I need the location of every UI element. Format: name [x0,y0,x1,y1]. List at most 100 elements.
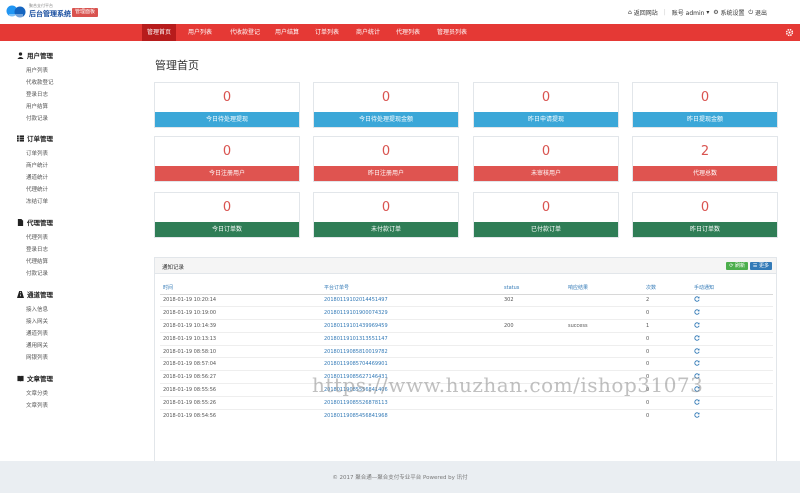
cell-order-no[interactable]: 20180119085704469901 [321,357,501,371]
sidebar-item-collection-register[interactable]: 代收款登记 [26,78,54,86]
sidebar-item-agent-list[interactable]: 代理列表 [26,233,48,241]
sidebar-item-article-list[interactable]: 文章列表 [26,401,48,409]
sidebar-item-user-settlement[interactable]: 用户结算 [26,102,48,110]
sidebar-item-payment-records[interactable]: 付款记录 [26,114,48,122]
sidebar-item-agent-login-log[interactable]: 登录日志 [26,245,48,253]
sidebar-group-article[interactable]: 文章管理 [17,373,53,383]
logout-icon: ⏻ [744,8,755,16]
refresh-icon[interactable] [694,412,700,418]
cell-order-no[interactable]: 20180119101900074329 [321,306,501,320]
table-row: 2018-01-19 10:14:39 20180119101439969459 2… [160,319,773,333]
gear-icon[interactable] [785,28,794,37]
sidebar-group-user[interactable]: 用户管理 [17,50,53,60]
cell-manual-notify [691,331,773,346]
sidebar-item-merchant-stats[interactable]: 商户统计 [26,161,48,169]
cell-order-no[interactable]: 20180119101439969459 [321,319,501,333]
sidebar-item-agent-settlement[interactable]: 代理结算 [26,257,48,265]
sidebar-item-bank-list[interactable]: 网银列表 [26,353,48,361]
cell-order-no[interactable]: 20180119101313551147 [321,331,501,346]
cell-status: 200 [501,319,565,333]
col-count: 次数 [643,282,691,295]
refresh-icon[interactable] [694,335,700,341]
stat-label[interactable]: 昨日注册用户 [314,166,458,181]
sidebar-group-channel[interactable]: 通道管理 [17,289,53,299]
refresh-icon[interactable] [694,347,700,354]
cell-order-no[interactable]: 20180119085810019782 [321,344,501,358]
nav-agent-list[interactable]: 代理列表 [391,24,425,41]
stat-label[interactable]: 昨日提现金额 [633,112,777,127]
cell-order-no[interactable]: 20180119085526878113 [321,395,501,410]
cell-time: 2018-01-19 08:58:10 [160,344,321,358]
sidebar-item-article-category[interactable]: 文章分类 [26,389,48,397]
nav-admin-list[interactable]: 管理员列表 [432,24,472,41]
sidebar-item-channel-list[interactable]: 通道列表 [26,329,48,337]
cell-order-no[interactable]: 20180119102014451497 [321,293,501,307]
sidebar-group-order[interactable]: 订单管理 [17,133,53,143]
cell-manual-notify [691,306,773,320]
cell-manual-notify [691,395,773,410]
stat-label[interactable]: 未审核用户 [474,166,618,181]
cell-response [565,293,643,307]
stat-value: 2 [700,144,710,159]
sidebar-item-access-info[interactable]: 接入信息 [26,305,48,313]
nav-user-settlement[interactable]: 用户结算 [270,24,304,41]
stat-card: 0 昨日订单数 [632,192,778,238]
refresh-icon[interactable] [694,360,700,367]
more-button[interactable]: ☰ 更多 [749,262,772,270]
sidebar-item-general-gateway[interactable]: 通用网关 [26,341,48,349]
nav-dashboard[interactable]: 管理首页 [142,24,177,41]
refresh-button[interactable]: ⟳ 刷新 [726,262,748,270]
cell-count: 0 [643,344,691,358]
brand-title: 后台管理系统 [29,10,71,18]
sidebar-item-order-list[interactable]: 订单列表 [26,149,48,157]
stat-value: 0 [381,200,391,215]
refresh-icon[interactable] [694,296,700,303]
refresh-icon[interactable] [694,399,700,405]
stat-label[interactable]: 未付款订单 [314,222,458,237]
back-site-link[interactable]: 返回网站 [634,8,658,17]
table-row: 2018-01-19 08:57:04 20180119085704469901 0 [160,357,773,371]
stat-card: 0 今日订单数 [154,192,300,238]
sidebar-group-agent[interactable]: 代理管理 [17,217,53,227]
cell-status [501,306,565,320]
refresh-icon[interactable] [694,309,700,315]
nav-user-list[interactable]: 用户列表 [183,24,217,41]
panel-header: 通知记录 ⟳ 刷新 ☰ 更多 [155,258,776,274]
stat-card: 0 已付款订单 [473,192,619,238]
stat-label[interactable]: 昨日申请提现 [474,112,618,127]
stat-label[interactable]: 昨日订单数 [633,222,777,237]
stat-label[interactable]: 今日订单数 [155,222,299,237]
sidebar-item-user-list[interactable]: 用户列表 [26,66,48,74]
nav-merchant-stats[interactable]: 商户统计 [351,24,385,41]
brand-badge: 管理面板 [72,8,99,17]
logout-link[interactable]: 退出 [755,8,767,17]
settings-link[interactable]: 系统设置 [721,8,745,17]
nav-order-list[interactable]: 订单列表 [310,24,344,41]
book-icon [17,375,24,382]
cell-status [501,344,565,358]
sidebar-item-access-gateway[interactable]: 接入网关 [26,317,48,325]
cell-status [501,357,565,371]
table-row: 2018-01-19 10:19:00 20180119101900074329 0 [160,306,773,320]
nav-collection-register[interactable]: 代收款登记 [225,24,265,41]
stat-label[interactable]: 已付款订单 [474,222,618,237]
sidebar-item-channel-stats[interactable]: 通道统计 [26,173,48,181]
list-icon [17,135,24,142]
stat-label[interactable]: 今日待处理提现 [155,112,299,127]
sidebar-item-agent-payment-records[interactable]: 付款记录 [26,269,48,277]
stat-card: 0 昨日提现金额 [632,82,778,128]
sidebar-item-login-log[interactable]: 登录日志 [26,90,48,98]
table-row: 2018-01-19 08:54:56 20180119085456841968 0 [160,408,773,422]
table-row: 2018-01-19 10:13:13 20180119101313551147 0 [160,331,773,346]
caret-down-icon[interactable]: ▾ [704,9,713,16]
divider: | [663,9,666,16]
sidebar-item-agent-stats[interactable]: 代理统计 [26,185,48,193]
refresh-icon[interactable] [694,322,700,328]
account-link[interactable]: 账号 admin [672,8,705,17]
sidebar-item-frozen-orders[interactable]: 冻结订单 [26,197,48,205]
stat-label[interactable]: 今日注册用户 [155,166,299,181]
stat-label[interactable]: 代理总数 [633,166,777,181]
cell-order-no[interactable]: 20180119085456841968 [321,408,501,422]
main-nav: 管理首页 用户列表 代收款登记 用户结算 订单列表 商户统计 代理列表 管理员列… [0,24,800,41]
stat-label[interactable]: 今日待处理提现金额 [314,112,458,127]
